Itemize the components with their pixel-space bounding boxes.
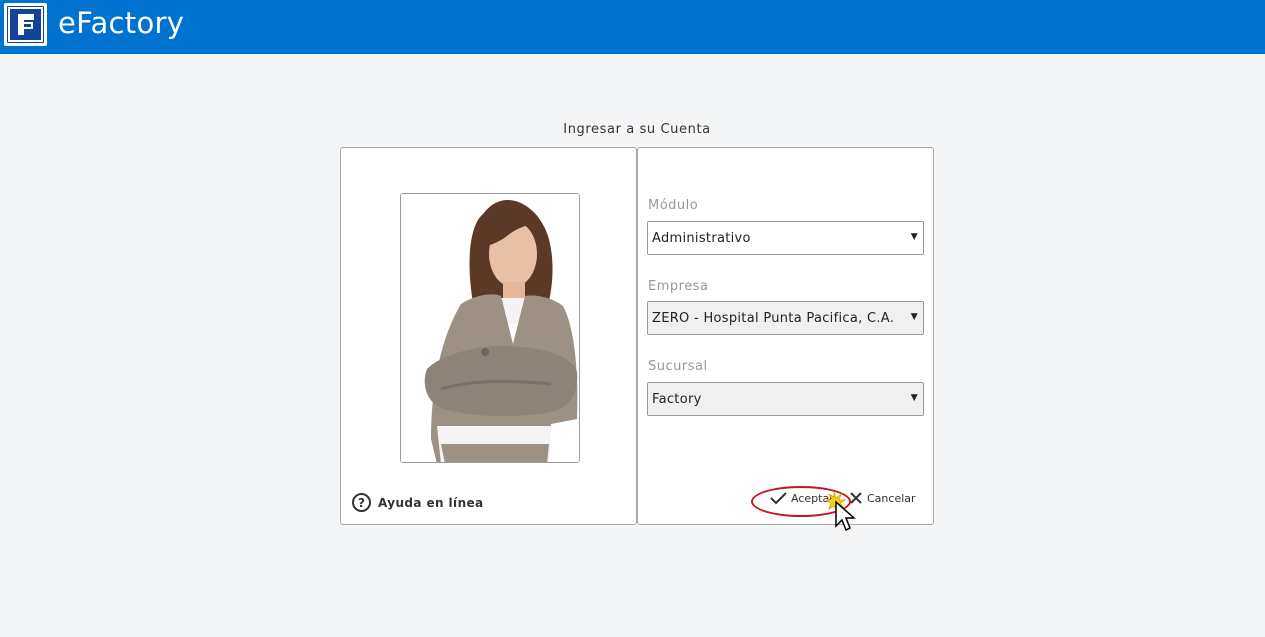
app-title: eFactory <box>58 6 185 40</box>
efactory-logo-icon <box>4 3 47 46</box>
empresa-label: Empresa <box>648 279 709 294</box>
top-bar: eFactory <box>0 0 1265 54</box>
help-online-link[interactable]: ? Ayuda en línea <box>352 493 484 512</box>
checkmark-icon <box>770 492 787 505</box>
question-circle-icon: ? <box>352 493 371 512</box>
sucursal-label: Sucursal <box>648 359 708 374</box>
sucursal-select[interactable]: Factory ▼ <box>647 382 924 416</box>
modulo-select-value: Administrativo <box>652 230 751 246</box>
mouse-cursor-icon <box>824 490 862 538</box>
cancel-label: Cancelar <box>867 491 916 505</box>
dropdown-arrow-icon: ▼ <box>910 312 918 322</box>
login-title: Ingresar a su Cuenta <box>563 122 711 137</box>
user-photo <box>400 193 580 463</box>
modulo-select[interactable]: Administrativo ▼ <box>647 221 924 255</box>
dropdown-arrow-icon: ▼ <box>910 393 918 403</box>
sucursal-select-value: Factory <box>652 391 702 407</box>
accept-button[interactable]: Aceptar <box>770 491 834 505</box>
empresa-select[interactable]: ZERO - Hospital Punta Pacifica, C.A. ▼ <box>647 301 924 335</box>
login-form-panel: Módulo Administrativo ▼ Empresa ZERO - H… <box>637 147 934 525</box>
empresa-select-value: ZERO - Hospital Punta Pacifica, C.A. <box>652 310 895 326</box>
modulo-label: Módulo <box>648 198 699 213</box>
login-photo-panel: ? Ayuda en línea <box>340 147 637 525</box>
help-online-label: Ayuda en línea <box>378 495 484 510</box>
dropdown-arrow-icon: ▼ <box>910 232 918 242</box>
